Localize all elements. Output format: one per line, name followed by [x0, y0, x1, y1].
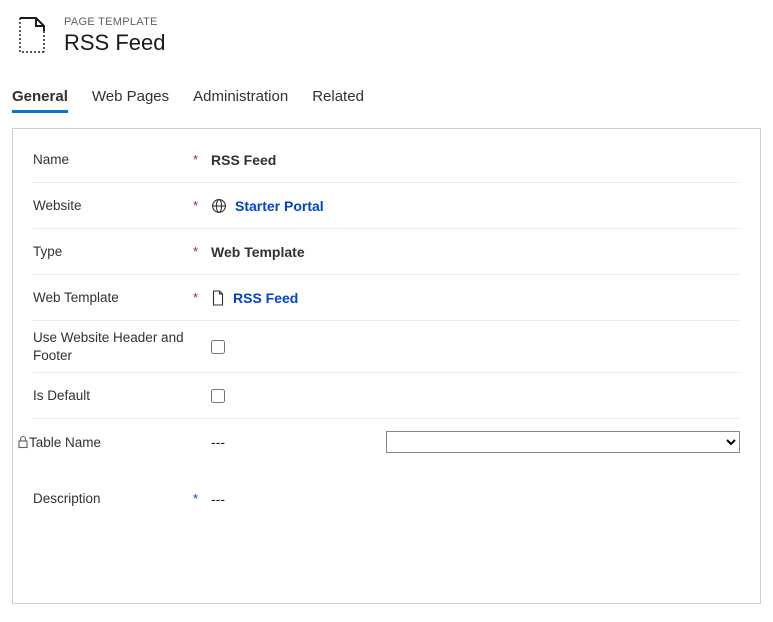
tab-general[interactable]: General [12, 84, 68, 111]
form-panel: Name * RSS Feed Website * Starter Portal… [12, 128, 761, 604]
label-type: Type [33, 244, 193, 259]
row-use-header-footer: Use Website Header and Footer [33, 321, 740, 373]
required-marker: * [193, 244, 211, 259]
document-icon [211, 290, 225, 306]
globe-icon [211, 198, 227, 214]
row-web-template: Web Template * RSS Feed [33, 275, 740, 321]
value-description[interactable]: --- [211, 491, 225, 507]
value-type[interactable]: Web Template [211, 244, 305, 260]
checkbox-use-header-footer[interactable] [211, 340, 225, 354]
checkbox-is-default[interactable] [211, 389, 225, 403]
label-description: Description [33, 491, 193, 506]
tab-bar: General Web Pages Administration Related [12, 84, 761, 112]
label-website: Website [33, 198, 193, 213]
required-marker: * [193, 152, 211, 167]
required-marker: * [193, 290, 211, 305]
page-header: PAGE TEMPLATE RSS Feed [12, 16, 761, 56]
row-website: Website * Starter Portal [33, 183, 740, 229]
select-table-name[interactable] [386, 431, 740, 453]
label-web-template: Web Template [33, 290, 193, 305]
row-table-name: Table Name --- [33, 419, 740, 465]
label-table-name: Table Name [33, 435, 193, 450]
row-description: Description * --- [33, 483, 740, 563]
lock-icon [17, 435, 29, 449]
required-marker: * [193, 198, 211, 213]
value-table-name: --- [211, 434, 225, 450]
label-name: Name [33, 152, 193, 167]
value-web-template[interactable]: RSS Feed [233, 290, 298, 306]
page-title: RSS Feed [64, 30, 166, 56]
row-name: Name * RSS Feed [33, 137, 740, 183]
value-website[interactable]: Starter Portal [235, 198, 324, 214]
recommended-marker: * [193, 491, 211, 506]
label-use-header-footer: Use Website Header and Footer [33, 329, 193, 364]
tab-administration[interactable]: Administration [193, 84, 288, 111]
page-template-icon [14, 16, 50, 56]
row-type: Type * Web Template [33, 229, 740, 275]
value-name[interactable]: RSS Feed [211, 152, 276, 168]
tab-web-pages[interactable]: Web Pages [92, 84, 169, 111]
row-is-default: Is Default [33, 373, 740, 419]
page-subtitle: PAGE TEMPLATE [64, 16, 166, 28]
label-is-default: Is Default [33, 388, 193, 403]
tab-related[interactable]: Related [312, 84, 364, 111]
